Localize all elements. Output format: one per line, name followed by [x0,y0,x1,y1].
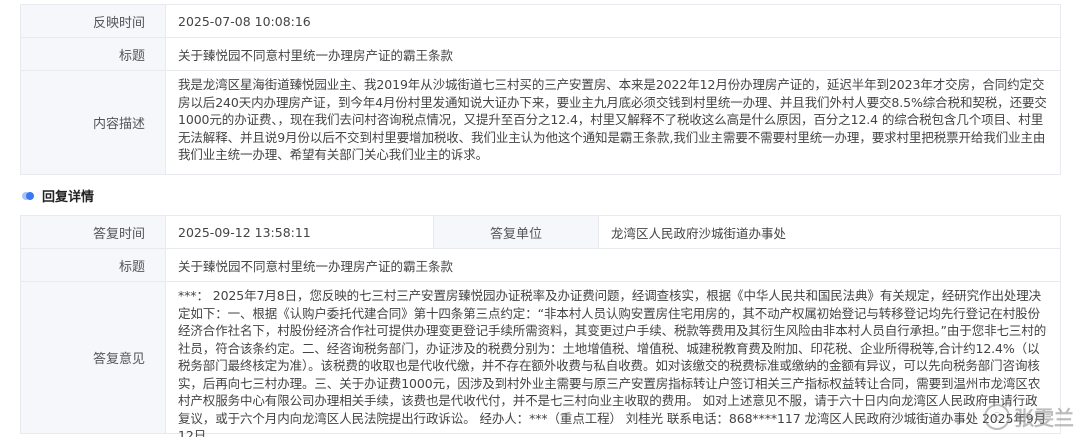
complaint-title-row: 标题 关于臻悦园不同意村里统一办理房产证的霸王条款 [21,38,1061,71]
complaint-time-value: 2025-07-08 10:08:16 [166,5,1061,37]
reply-title-row: 标题 关于臻悦园不同意村里统一办理房产证的霸王条款 [21,249,1061,282]
complaint-desc-value: 我是龙湾区星海街道臻悦园业主、我2019年从沙城街道七三村买的三产安置房、本来是… [166,71,1061,174]
reply-time-value: 2025-09-12 13:58:11 [166,216,434,248]
reply-title-label: 标题 [21,249,166,281]
complaint-title-label: 标题 [21,38,166,70]
reply-opinion-value: ***： 2025年7月8日，您反映的七三村三产安置房臻悦园办证税率及办证费问题… [166,282,1061,437]
reply-table: 答复时间 2025-09-12 13:58:11 答复单位 龙湾区人民政府沙城街… [20,215,1061,437]
complaint-time-label: 反映时间 [21,5,166,37]
reply-time-label: 答复时间 [21,216,166,248]
section-dots-icon [22,191,36,201]
complaint-table: 反映时间 2025-07-08 10:08:16 标题 关于臻悦园不同意村里统一… [20,4,1061,175]
watermark: ☉ 张雯兰 [984,402,1074,431]
watermark-text: 张雯兰 [1014,406,1074,430]
complaint-desc-label: 内容描述 [21,71,166,174]
watermark-logo-icon: ☉ [984,403,1010,430]
complaint-title-value: 关于臻悦园不同意村里统一办理房产证的霸王条款 [166,38,1061,70]
complaint-desc-row: 内容描述 我是龙湾区星海街道臻悦园业主、我2019年从沙城街道七三村买的三产安置… [21,71,1061,175]
reply-unit-value: 龙湾区人民政府沙城街道办事处 [599,216,1061,248]
reply-unit-label: 答复单位 [434,216,599,248]
reply-opinion-row: 答复意见 ***： 2025年7月8日，您反映的七三村三产安置房臻悦园办证税率及… [21,282,1061,437]
reply-time-row: 答复时间 2025-09-12 13:58:11 答复单位 龙湾区人民政府沙城街… [21,216,1061,249]
reply-section-title: 回复详情 [42,190,95,205]
reply-title-value: 关于臻悦园不同意村里统一办理房产证的霸王条款 [166,249,1061,281]
reply-opinion-label: 答复意见 [21,282,166,433]
complaint-time-row: 反映时间 2025-07-08 10:08:16 [21,5,1061,38]
reply-section-heading: 回复详情 [22,186,94,205]
